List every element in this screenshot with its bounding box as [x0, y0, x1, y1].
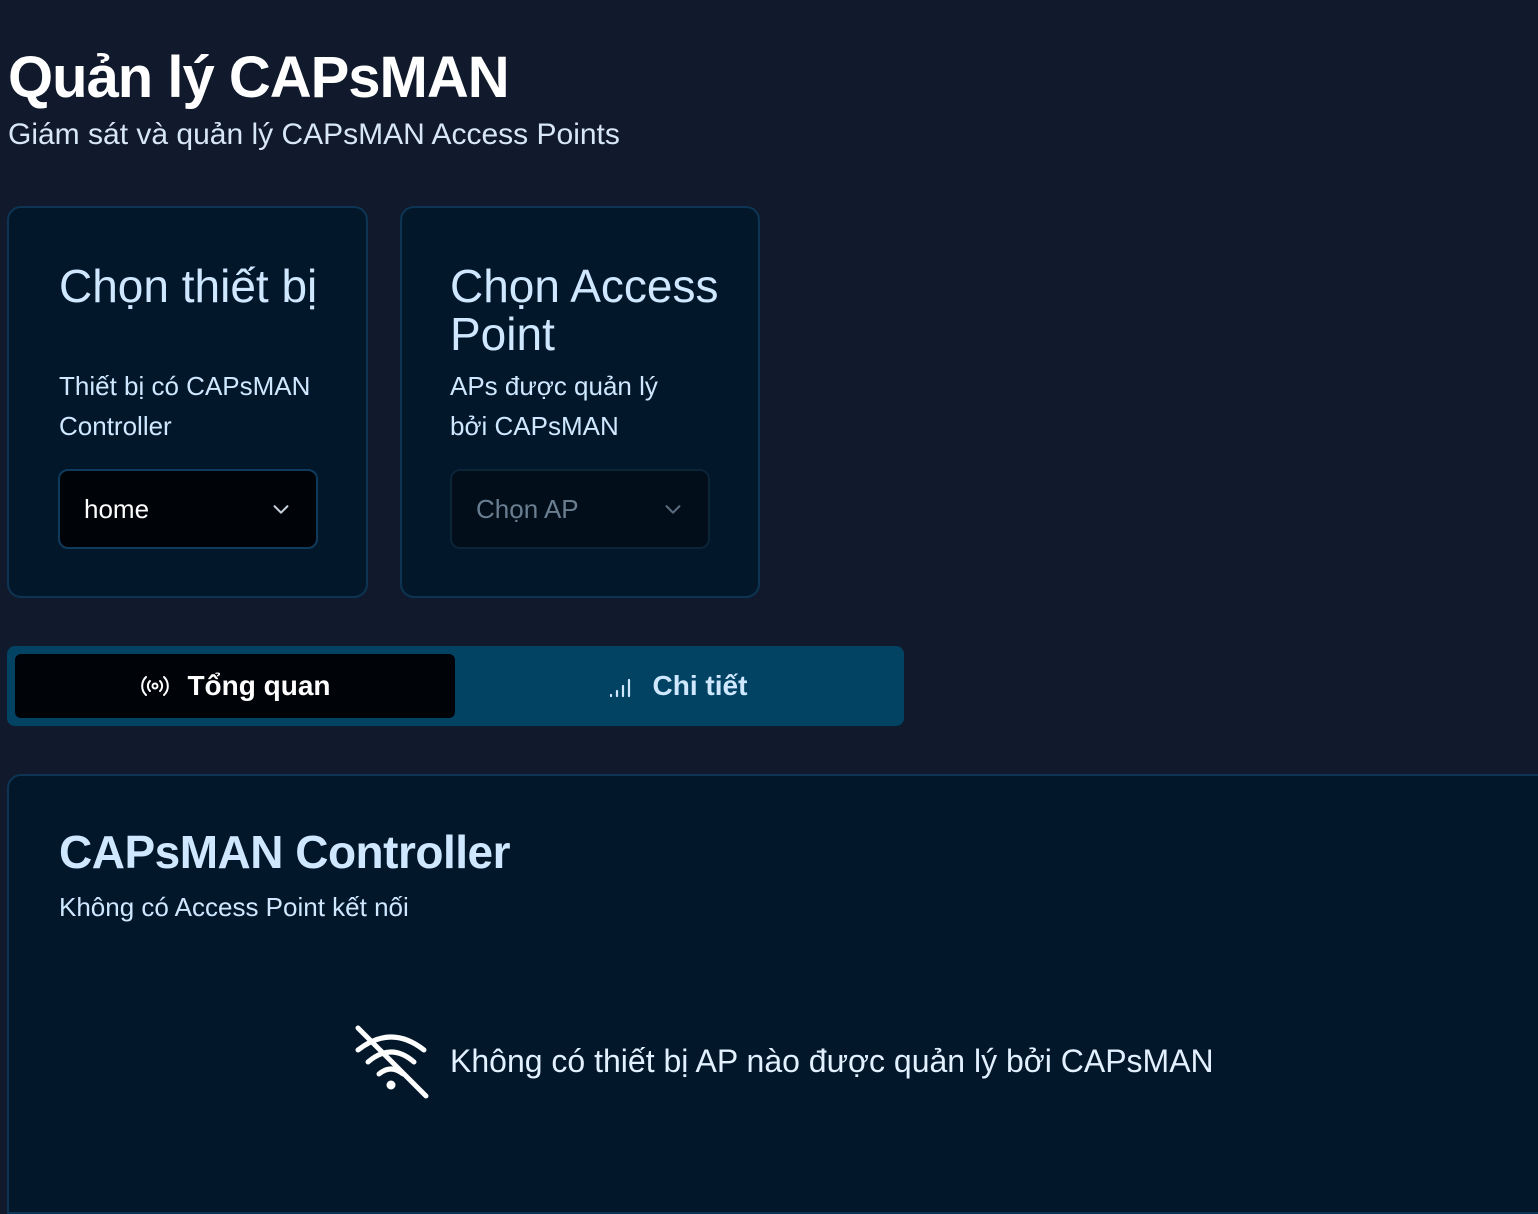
controller-subtitle: Không có Access Point kết nối [59, 892, 409, 922]
chevron-down-icon [273, 505, 289, 514]
tab-overview[interactable]: Tổng quan [15, 654, 455, 718]
device-card-description: Thiết bị có CAPsMAN Controller [59, 371, 311, 441]
wifi-off-icon [355, 1025, 429, 1099]
ap-select-placeholder: Chọn AP [476, 493, 579, 524]
device-select[interactable]: home [58, 469, 318, 549]
empty-state: Không có thiết bị AP nào được quản lý bở… [352, 1022, 1214, 1100]
ap-card-title: Chọn Access Point [450, 260, 719, 360]
tab-details[interactable]: Chi tiết [456, 654, 896, 718]
ap-select-card: Chọn Access Point APs được quản lý bởi C… [400, 206, 760, 598]
page-subtitle: Giám sát và quản lý CAPsMAN Access Point… [8, 118, 620, 151]
signal-bars-icon [609, 678, 630, 698]
tab-details-label: Chi tiết [652, 670, 748, 701]
tab-bar: Tổng quan Chi tiết [7, 646, 904, 726]
radio-broadcast-icon [141, 676, 170, 696]
device-select-value: home [84, 493, 150, 524]
controller-panel: CAPsMAN Controller Không có Access Point… [7, 774, 1538, 1214]
ap-select[interactable]: Chọn AP [450, 469, 710, 549]
tab-overview-label: Tổng quan [187, 670, 331, 701]
controller-title: CAPsMAN Controller [59, 826, 511, 878]
device-card-title: Chọn thiết bị [59, 260, 318, 312]
page-title: Quản lý CAPsMAN [8, 45, 510, 110]
chevron-down-icon [665, 505, 681, 514]
ap-card-description: APs được quản lý bởi CAPsMAN [450, 371, 658, 441]
device-select-card: Chọn thiết bị Thiết bị có CAPsMAN Contro… [7, 206, 368, 598]
empty-state-message: Không có thiết bị AP nào được quản lý bở… [450, 1042, 1214, 1079]
